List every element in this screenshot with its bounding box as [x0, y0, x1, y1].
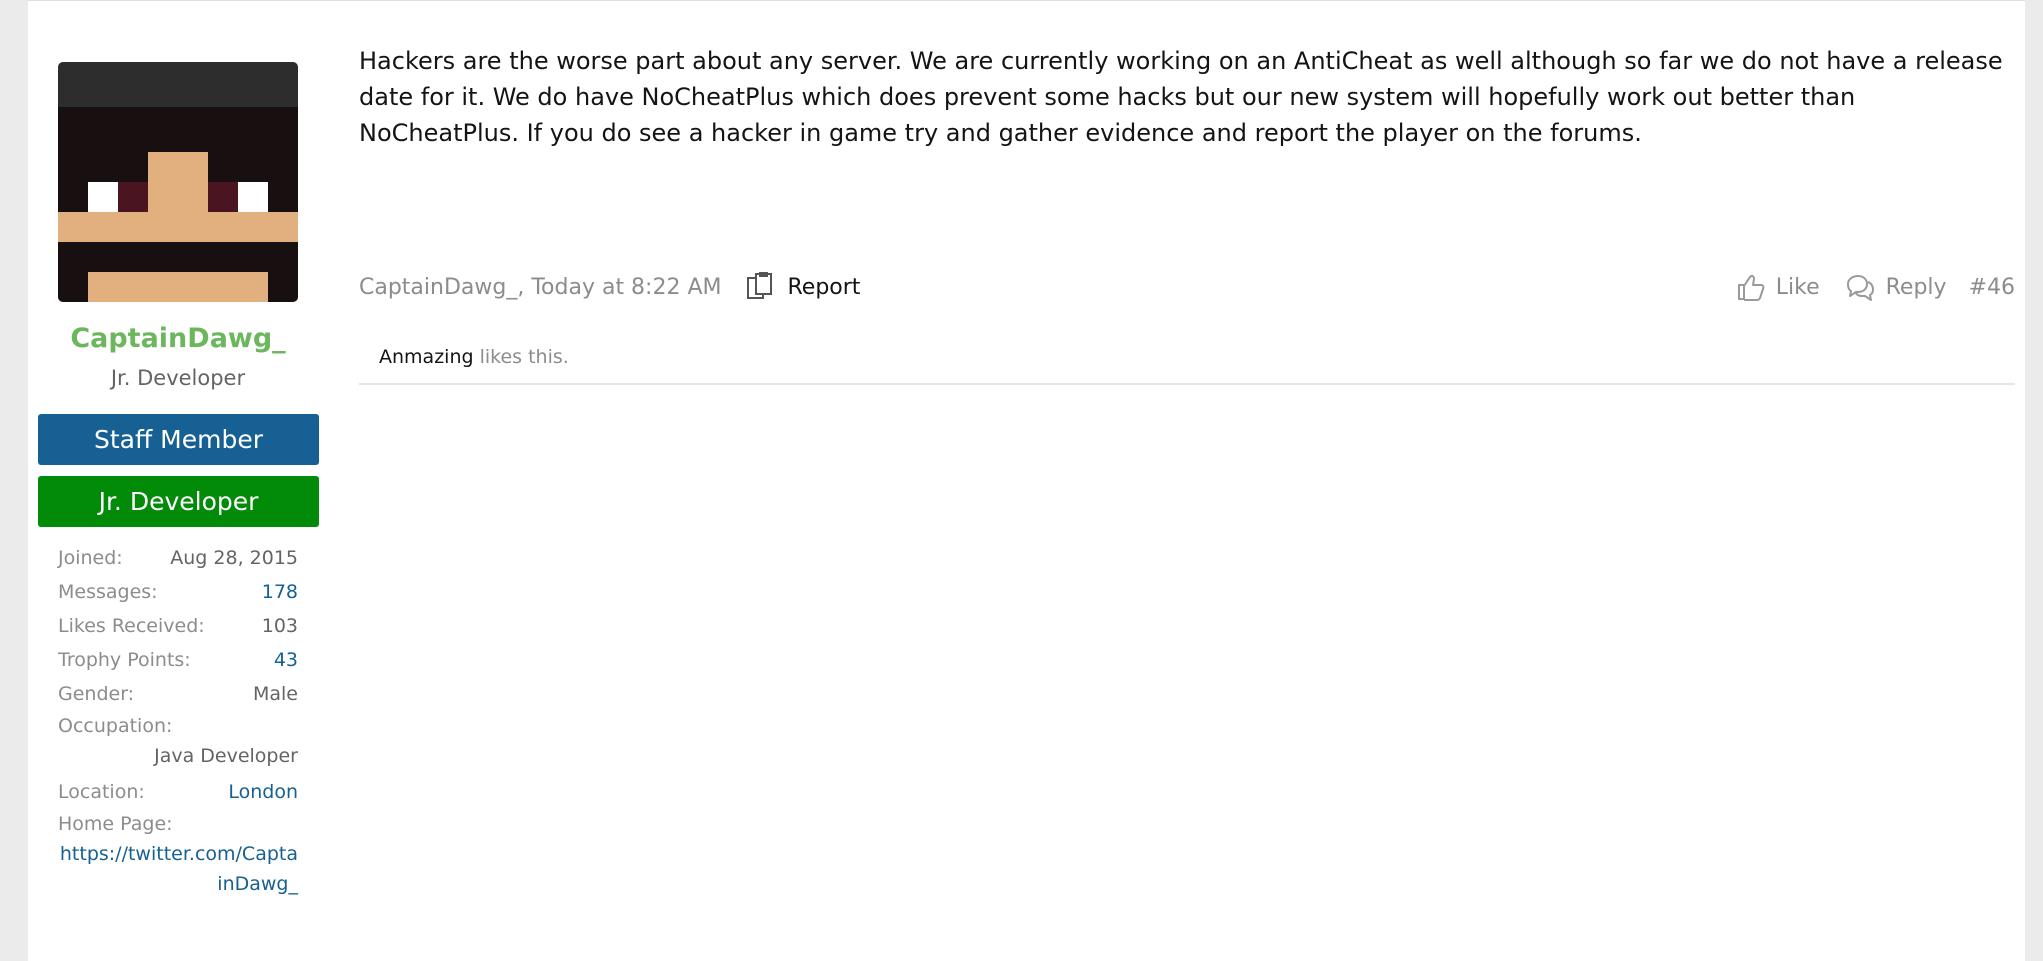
like-label: Like — [1775, 274, 1820, 300]
location-link[interactable]: London — [228, 775, 298, 809]
post-meta-left: CaptainDawg_, Today at 8:22 AM Report — [359, 269, 860, 305]
stat-value: Aug 28, 2015 — [170, 547, 298, 569]
report-icon — [747, 272, 773, 299]
report-button[interactable]: Report — [745, 272, 860, 302]
stat-likes-received: Likes Received: 103 — [58, 609, 298, 643]
stat-label: Home Page: — [58, 813, 173, 835]
likes-summary-text: Anmazing likes this. — [359, 331, 2015, 383]
home-page-link[interactable]: https://twitter.com/CaptainDawg_ — [58, 839, 298, 899]
user-stats: Joined: Aug 28, 2015 Messages: 178 Likes… — [58, 541, 298, 903]
message-body: Hackers are the worse part about any ser… — [359, 47, 2003, 147]
jr-developer-banner: Jr. Developer — [38, 476, 319, 527]
reply-label: Reply — [1885, 274, 1947, 300]
reply-button[interactable]: Reply — [1844, 272, 1947, 302]
stat-messages: Messages: 178 — [58, 575, 298, 609]
report-label: Report — [787, 274, 861, 300]
stat-gender: Gender: Male — [58, 677, 298, 711]
stat-label: Likes Received: — [58, 615, 205, 637]
stat-value: Male — [252, 683, 298, 705]
user-sidebar: CaptainDawg_ Jr. Developer Staff Member … — [28, 1, 338, 961]
likes-summary: Anmazing likes this. — [359, 331, 2015, 385]
stat-value: 103 — [261, 615, 298, 637]
likes-suffix: likes this. — [473, 346, 569, 368]
page: CaptainDawg_ Jr. Developer Staff Member … — [28, 0, 2025, 961]
like-button[interactable]: Like — [1736, 272, 1820, 302]
author-date-link[interactable]: CaptainDawg_, Today at 8:22 AM — [359, 275, 721, 300]
stat-home-page: Home Page: https://twitter.com/CaptainDa… — [58, 809, 298, 899]
stat-label: Trophy Points: — [58, 649, 191, 671]
stat-label: Gender: — [58, 683, 135, 705]
post-number-link[interactable]: #46 — [1969, 275, 2015, 300]
stat-label: Location: — [58, 781, 145, 803]
post-meta: CaptainDawg_, Today at 8:22 AM Report Li… — [359, 269, 2015, 305]
stat-label: Messages: — [58, 581, 158, 603]
user-title: Jr. Developer — [110, 366, 246, 390]
reply-icon — [1846, 275, 1874, 301]
messages-count-link[interactable]: 178 — [262, 575, 298, 609]
avatar[interactable] — [58, 62, 298, 302]
avatar-image — [58, 62, 298, 302]
stat-label: Occupation: — [58, 715, 173, 737]
stat-joined: Joined: Aug 28, 2015 — [58, 541, 298, 575]
stat-trophy-points: Trophy Points: 43 — [58, 643, 298, 677]
like-icon — [1737, 274, 1765, 301]
trophy-points-link[interactable]: 43 — [274, 643, 298, 677]
post-meta-right: Like Reply #46 — [1712, 269, 2015, 305]
stat-location: Location: London — [58, 775, 298, 809]
staff-member-banner: Staff Member — [38, 414, 319, 465]
stat-label: Joined: — [58, 547, 123, 569]
stat-occupation: Occupation: Java Developer — [58, 711, 298, 771]
username-link[interactable]: CaptainDawg_ — [28, 323, 328, 354]
liker-link[interactable]: Anmazing — [379, 346, 474, 368]
stat-value: Java Developer — [154, 745, 298, 767]
